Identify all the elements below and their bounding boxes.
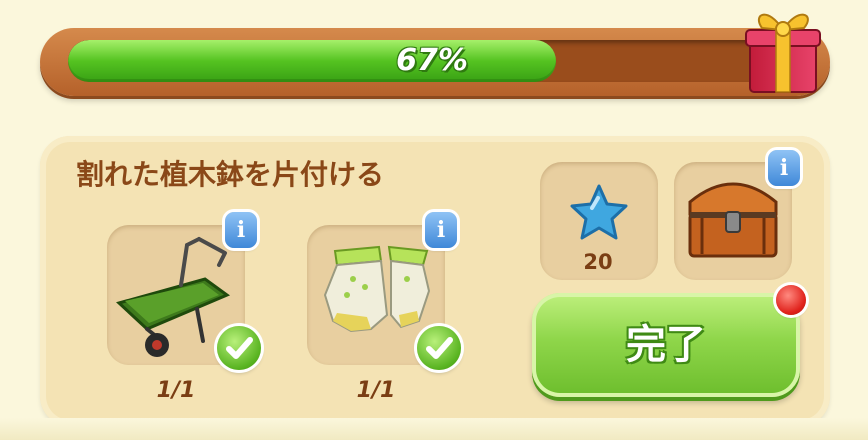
info-button[interactable]: i bbox=[768, 150, 800, 186]
progress-bar: 67% bbox=[40, 28, 830, 96]
info-button[interactable]: i bbox=[425, 212, 457, 248]
checkmark-icon bbox=[417, 326, 461, 370]
progress-percent-label: 67% bbox=[396, 43, 468, 78]
requirement-count: 1/1 bbox=[156, 378, 196, 403]
checkmark-icon bbox=[217, 326, 261, 370]
requirement-count: 1/1 bbox=[356, 378, 396, 403]
bottom-edge bbox=[0, 418, 868, 440]
task-title: 割れた植木鉢を片付ける bbox=[76, 158, 385, 191]
notification-dot bbox=[776, 285, 806, 315]
info-button[interactable]: i bbox=[225, 212, 257, 248]
complete-button[interactable]: 完了 bbox=[532, 293, 800, 397]
gift-box-icon[interactable] bbox=[742, 0, 826, 98]
reward-value: 20 bbox=[583, 250, 613, 274]
